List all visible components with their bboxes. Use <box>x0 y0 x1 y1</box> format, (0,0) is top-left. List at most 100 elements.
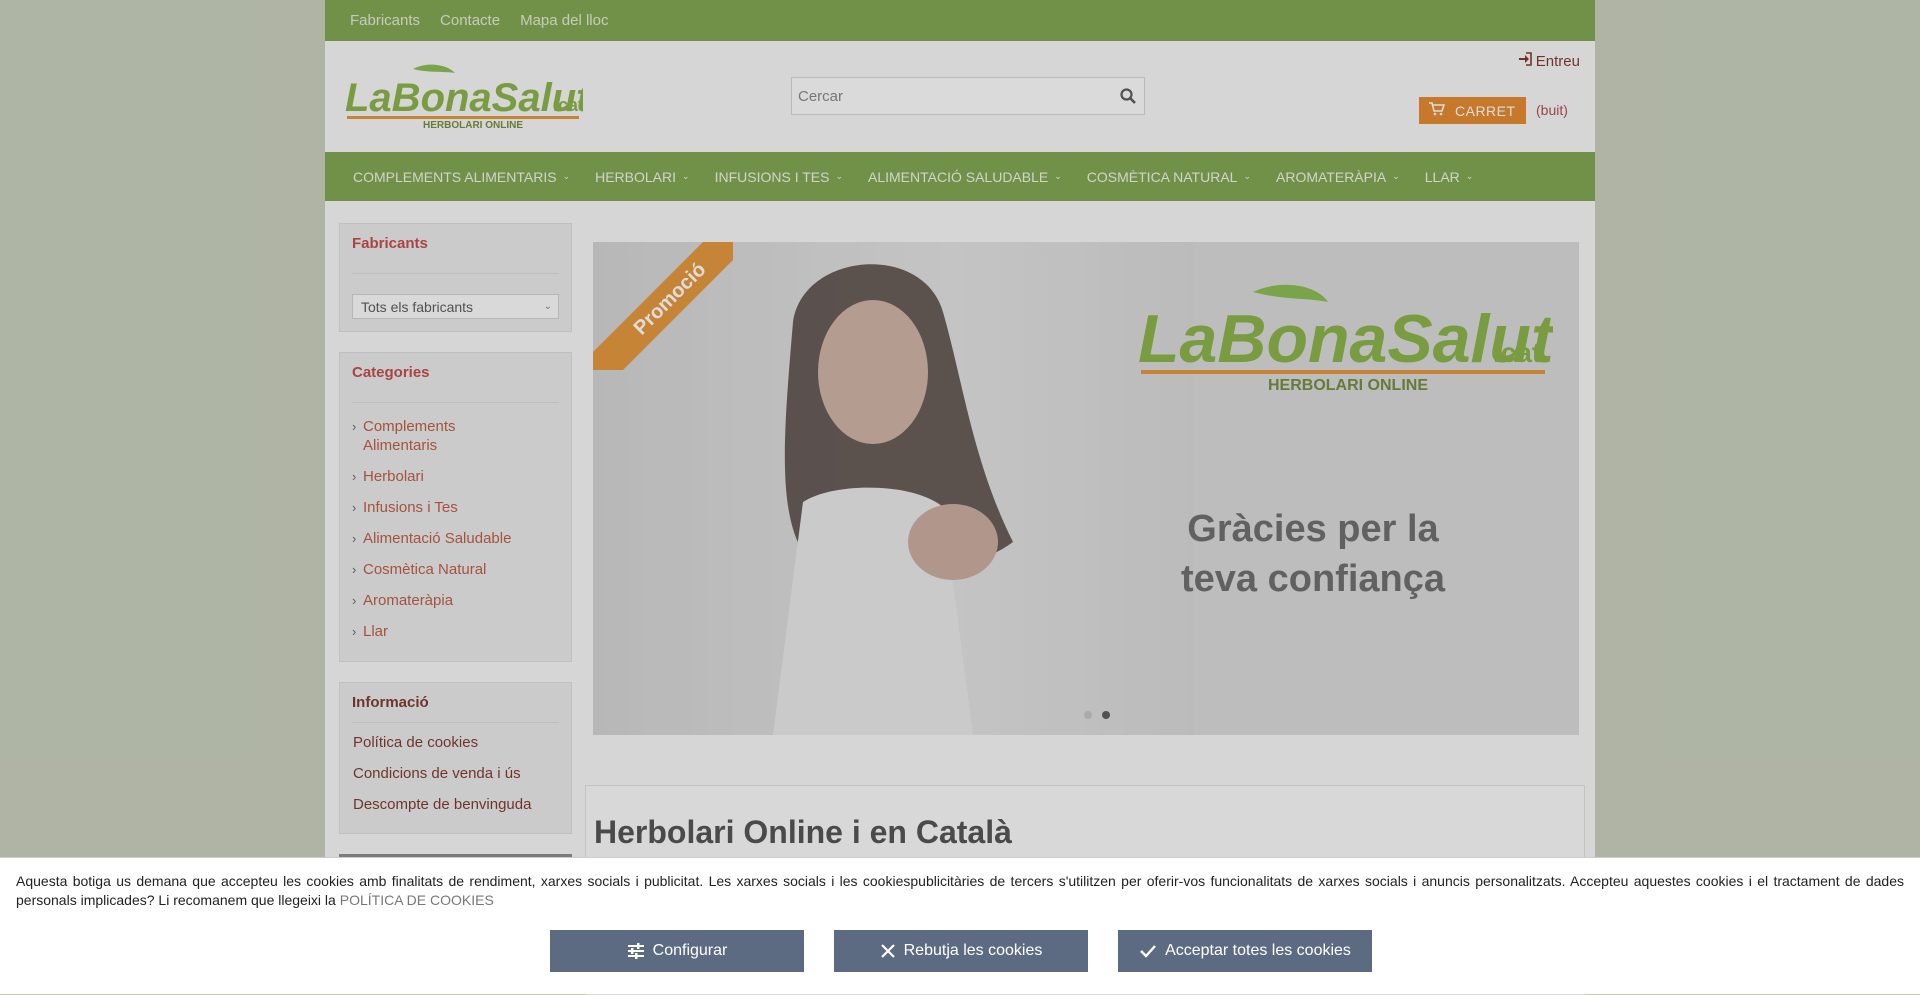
accept-label: Acceptar totes les cookies <box>1165 942 1351 959</box>
category-list: › Complements Alimentaris › Herbolari › Inf… <box>340 407 571 661</box>
svg-text:LaBonaSalut: LaBonaSalut <box>1138 301 1553 377</box>
categories-title: Categories <box>352 364 430 381</box>
nav-label: HERBOLARI <box>595 168 677 185</box>
manufacturers-select[interactable]: Tots els fabricants ⌄ <box>352 294 559 319</box>
chevron-down-icon: ⌄ <box>1465 171 1474 181</box>
svg-text:HERBOLARI ONLINE: HERBOLARI ONLINE <box>1268 377 1428 392</box>
configure-label: Configurar <box>652 942 728 959</box>
check-icon <box>1140 945 1156 958</box>
category-label: Aromateràpia <box>363 592 454 609</box>
svg-text:.cat: .cat <box>1493 337 1541 368</box>
category-label: Herbolari <box>363 468 424 485</box>
search-box <box>791 77 1145 115</box>
topbar-link-mapa[interactable]: Mapa del lloc <box>520 12 608 29</box>
svg-text:HERBOLARI ONLINE: HERBOLARI ONLINE <box>423 120 523 131</box>
nav-label: INFUSIONS I TES <box>714 168 830 185</box>
cart-icon <box>1429 102 1446 119</box>
nav-item-complements[interactable]: COMPLEMENTS ALIMENTARIS ⌄ <box>353 169 570 185</box>
chevron-down-icon: ⌄ <box>1243 171 1251 181</box>
category-item[interactable]: › Aromateràpia <box>352 591 559 610</box>
category-item[interactable]: › Cosmètica Natural <box>352 560 559 579</box>
topbar-link-contacte[interactable]: Contacte <box>440 12 500 29</box>
chevron-down-icon: ⌄ <box>1054 171 1062 181</box>
chevron-right-icon: › <box>352 562 357 577</box>
category-label: Infusions i Tes <box>363 499 458 516</box>
sliders-icon <box>627 943 644 959</box>
chevron-right-icon: › <box>352 419 357 434</box>
manufacturers-title[interactable]: Fabricants <box>340 224 571 263</box>
cookie-policy-link[interactable]: POLÍTICA DE COOKIES <box>340 892 494 908</box>
cookie-buttons: Configurar Rebutja les cookies Acceptar … <box>550 930 1372 972</box>
topbar-link-fabricants[interactable]: Fabricants <box>350 12 420 29</box>
nav-label: COSMÈTICA NATURAL <box>1086 168 1238 185</box>
reject-label: Rebutja les cookies <box>903 942 1043 959</box>
select-value: Tots els fabricants <box>361 298 474 315</box>
search-input[interactable] <box>792 78 1104 114</box>
chevron-down-icon: ⌄ <box>835 171 843 181</box>
chevron-right-icon: › <box>352 624 357 639</box>
ribbon-label: Promoció <box>629 258 711 340</box>
category-item[interactable]: › Llar <box>352 622 559 641</box>
category-item[interactable]: › Complements Alimentaris <box>352 417 559 455</box>
chevron-right-icon: › <box>352 500 357 515</box>
category-label: Complements Alimentaris <box>363 418 456 454</box>
chevron-down-icon: ⌄ <box>562 171 571 181</box>
site-logo[interactable]: LaBonaSalut .cat HERBOLARI ONLINE <box>343 63 583 131</box>
nav-item-alimentacio[interactable]: ALIMENTACIÓ SALUDABLE ⌄ <box>868 169 1062 185</box>
nav-item-infusions[interactable]: INFUSIONS I TES ⌄ <box>715 169 843 185</box>
chevron-right-icon: › <box>352 531 357 546</box>
left-sidebar: Fabricants Tots els fabricants ⌄ Categor… <box>339 223 572 884</box>
nav-label: ALIMENTACIÓ SALUDABLE <box>868 168 1049 185</box>
main-nav: COMPLEMENTS ALIMENTARIS ⌄ HERBOLARI ⌄ INFU… <box>325 152 1595 201</box>
close-icon <box>880 944 895 958</box>
svg-text:LaBonaSalut: LaBonaSalut <box>345 76 583 120</box>
chevron-down-icon: ⌄ <box>543 301 552 312</box>
nav-label: AROMATERÀPIA <box>1276 168 1387 185</box>
sign-in-icon <box>1518 52 1532 70</box>
category-label: Alimentació Saludable <box>363 530 512 547</box>
search-icon[interactable] <box>1119 87 1137 105</box>
info-link-discount[interactable]: Descompte de benvinguda <box>353 796 558 813</box>
info-link-cookies[interactable]: Política de cookies <box>353 734 558 751</box>
category-item[interactable]: › Herbolari <box>352 467 559 486</box>
login-link[interactable]: Entreu <box>1518 52 1580 70</box>
nav-item-herbolari[interactable]: HERBOLARI ⌄ <box>595 169 689 185</box>
caption-line-2: teva confiança <box>1181 558 1445 600</box>
categories-block: Categories › Complements Alimentaris › Her… <box>339 352 572 662</box>
slider-dots <box>1084 711 1110 719</box>
chevron-down-icon: ⌄ <box>682 171 690 181</box>
category-label: Cosmètica Natural <box>363 561 487 578</box>
top-bar: Fabricants Contacte Mapa del lloc <box>325 0 1595 41</box>
nav-item-llar[interactable]: LLAR ⌄ <box>1425 169 1474 185</box>
slider-dot-1[interactable] <box>1084 711 1092 719</box>
chevron-right-icon: › <box>352 593 357 608</box>
nav-item-aromaterapia[interactable]: AROMATERÀPIA ⌄ <box>1276 169 1400 185</box>
slider-logo: LaBonaSalut .cat HERBOLARI ONLINE <box>1138 284 1553 392</box>
page: Fabricants Contacte Mapa del lloc LaBona… <box>325 0 1595 995</box>
login-label: Entreu <box>1535 52 1580 70</box>
nav-label: LLAR <box>1424 168 1460 185</box>
info-link-conditions[interactable]: Condicions de venda i ús <box>353 765 558 782</box>
svg-text:.cat: .cat <box>553 95 583 115</box>
divider <box>352 273 559 274</box>
category-item[interactable]: › Infusions i Tes <box>352 498 559 517</box>
configure-cookies-button[interactable]: Configurar <box>550 930 804 972</box>
cookie-text-block: Aquesta botiga us demana que accepteu le… <box>16 872 1904 910</box>
info-list: Política de cookies Condicions de venda … <box>340 723 571 833</box>
chevron-down-icon: ⌄ <box>1392 171 1400 181</box>
accept-cookies-button[interactable]: Acceptar totes les cookies <box>1118 930 1372 972</box>
info-title: Informació <box>352 694 429 711</box>
nav-item-cosmetica[interactable]: COSMÈTICA NATURAL ⌄ <box>1087 169 1251 185</box>
category-label: Llar <box>363 623 389 640</box>
cart-button[interactable]: CARRET <box>1419 97 1526 124</box>
promo-ribbon: Promoció <box>593 242 733 370</box>
manufacturers-block: Fabricants Tots els fabricants ⌄ <box>339 223 572 332</box>
chevron-right-icon: › <box>352 469 357 484</box>
slider-dot-2[interactable] <box>1102 711 1110 719</box>
reject-cookies-button[interactable]: Rebutja les cookies <box>834 930 1088 972</box>
info-block: Informació Política de cookies Condicion… <box>339 682 572 834</box>
slide-caption: Gràcies per la teva confiança <box>1163 504 1463 604</box>
promo-slider[interactable]: Promoció LaBonaSalut .cat HERBOLARI ONLI… <box>593 242 1579 735</box>
category-item[interactable]: › Alimentació Saludable <box>352 529 559 548</box>
caption-line-1: Gràcies per la <box>1187 508 1439 550</box>
